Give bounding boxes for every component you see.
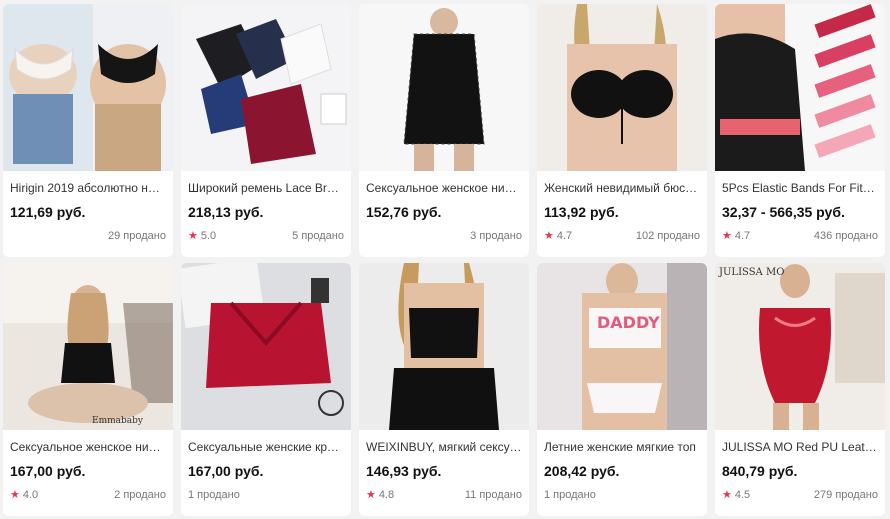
shirt-print: DADDY <box>597 313 660 332</box>
product-sold-count: 1 продано <box>188 489 240 501</box>
product-card-5[interactable]: 5Pcs Elastic Bands For Fitne... 32,37 - … <box>715 4 885 257</box>
rating-value: 4.0 <box>22 489 39 501</box>
star-icon: ★ <box>188 230 198 242</box>
product-image-5[interactable] <box>715 4 885 171</box>
product-rating: ★ 4.7 <box>722 230 750 243</box>
product-card-9[interactable]: DADDY Летние женские мягкие топ 208,42 р… <box>537 263 707 516</box>
product-rating: ★ 4.5 <box>722 489 750 502</box>
product-price: 146,93 руб. <box>366 463 442 479</box>
product-price: 113,92 руб. <box>544 204 619 220</box>
product-price: 167,00 руб. <box>10 463 86 479</box>
product-sold-count: 102 продано <box>635 230 700 242</box>
product-card-2[interactable]: Широкий ремень Lace Bralet 218,13 руб. ★… <box>181 4 351 257</box>
product-card-8[interactable]: WEIXINBUY, мягкий сексуаль 146,93 руб. ★… <box>359 263 529 516</box>
rating-value: 4.7 <box>734 230 751 242</box>
star-icon: ★ <box>722 230 732 242</box>
product-image-8[interactable] <box>359 263 529 430</box>
product-card-3[interactable]: Сексуальное женское нижне 152,76 руб. 3 … <box>359 4 529 257</box>
product-rating: ★ 4.7 <box>544 230 572 243</box>
rating-value: 4.8 <box>378 489 395 501</box>
product-title[interactable]: Летние женские мягкие топ <box>544 440 700 455</box>
product-title[interactable]: Сексуальные женские круже <box>188 440 344 455</box>
product-title[interactable]: WEIXINBUY, мягкий сексуаль <box>366 440 522 455</box>
brand-watermark: JULISSA MO <box>719 267 785 278</box>
product-price: 840,79 руб. <box>722 463 798 479</box>
product-sold-count: 11 продано <box>464 489 522 501</box>
product-image-4[interactable] <box>537 4 707 171</box>
product-grid: Hirigin 2019 абсолютно новы 121,69 руб. … <box>0 0 890 519</box>
product-title[interactable]: JULISSA MO Red PU Leather ... <box>722 440 878 455</box>
star-icon: ★ <box>366 489 376 501</box>
product-sold-count: 279 продано <box>813 489 878 501</box>
product-price: 121,69 руб. <box>10 204 86 220</box>
star-icon: ★ <box>722 489 732 501</box>
rating-value: 4.5 <box>734 489 751 501</box>
product-price: 167,00 руб. <box>188 463 264 479</box>
product-price: 208,42 руб. <box>544 463 620 479</box>
product-sold-count: 5 продано <box>292 230 344 242</box>
product-sold-count: 1 продано <box>544 489 596 501</box>
product-sold-count: 29 продано <box>108 230 166 242</box>
product-title[interactable]: Широкий ремень Lace Bralet <box>188 181 344 196</box>
product-card-1[interactable]: Hirigin 2019 абсолютно новы 121,69 руб. … <box>3 4 173 257</box>
image-caption: Emmababy <box>92 416 143 426</box>
product-rating: ★ 4.8 <box>366 489 394 502</box>
product-card-6[interactable]: Emmababy Сексуальное женское нижне 167,0… <box>3 263 173 516</box>
product-title[interactable]: Женский невидимый бюстга <box>544 181 700 196</box>
star-icon: ★ <box>10 489 20 501</box>
product-card-7[interactable]: Сексуальные женские круже 167,00 руб. 1 … <box>181 263 351 516</box>
product-rating: ★ 5.0 <box>188 230 216 243</box>
product-card-4[interactable]: Женский невидимый бюстга 113,92 руб. ★ 4… <box>537 4 707 257</box>
product-title[interactable]: 5Pcs Elastic Bands For Fitne... <box>722 181 878 196</box>
product-rating: ★ 4.0 <box>10 489 38 502</box>
product-image-3[interactable] <box>359 4 529 171</box>
product-image-6[interactable]: Emmababy <box>3 263 173 430</box>
product-image-1[interactable] <box>3 4 173 171</box>
star-icon: ★ <box>544 230 554 242</box>
product-sold-count: 436 продано <box>813 230 878 242</box>
product-price: 32,37 - 566,35 руб. <box>722 204 845 220</box>
product-image-7[interactable] <box>181 263 351 430</box>
product-title[interactable]: Сексуальное женское нижне <box>10 440 166 455</box>
product-price: 218,13 руб. <box>188 204 264 220</box>
product-title[interactable]: Сексуальное женское нижне <box>366 181 522 196</box>
rating-value: 4.7 <box>556 230 573 242</box>
rating-value: 5.0 <box>200 230 217 242</box>
product-sold-count: 2 продано <box>114 489 166 501</box>
product-image-2[interactable] <box>181 4 351 171</box>
product-image-9[interactable]: DADDY <box>537 263 707 430</box>
product-image-10[interactable]: JULISSA MO <box>715 263 885 430</box>
product-card-10[interactable]: JULISSA MO JULISSA MO Red PU Leather ...… <box>715 263 885 516</box>
product-title[interactable]: Hirigin 2019 абсолютно новы <box>10 181 166 196</box>
product-price: 152,76 руб. <box>366 204 442 220</box>
product-sold-count: 3 продано <box>470 230 522 242</box>
